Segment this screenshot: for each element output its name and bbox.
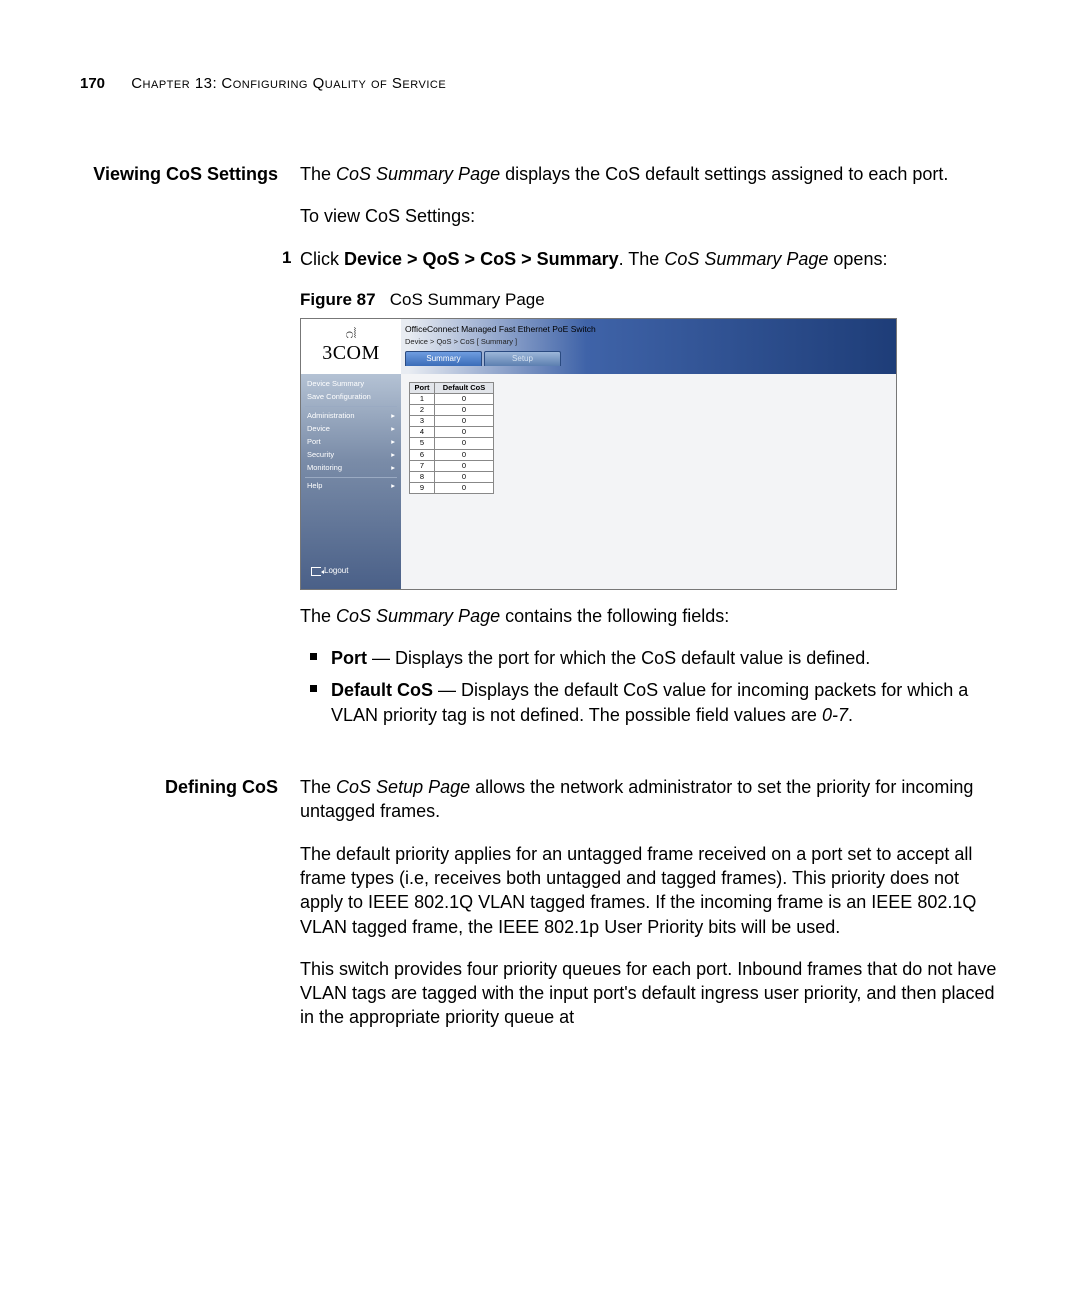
intro-paragraph: The CoS Summary Page displays the CoS de… xyxy=(300,162,1000,186)
table-row: 50 xyxy=(410,438,494,449)
logout-icon xyxy=(311,567,321,576)
fields-intro: The CoS Summary Page contains the follow… xyxy=(300,604,1000,628)
brand-logo: ೧⦚ 3COM xyxy=(301,319,401,374)
page-number: 170 xyxy=(80,75,105,92)
sidebar-item-security[interactable]: Security▸ xyxy=(301,448,401,461)
bullet-port: Port — Displays the port for which the C… xyxy=(304,646,1000,670)
chapter-title: Configuring Quality of Service xyxy=(221,75,446,92)
section-heading-defining: Defining CoS xyxy=(80,775,300,799)
col-default-cos: Default CoS xyxy=(435,382,494,393)
caret-right-icon: ▸ xyxy=(391,463,395,473)
nav-sidebar: Device Summary Save Configuration Admini… xyxy=(301,374,401,589)
table-row: 60 xyxy=(410,449,494,460)
table-row: 10 xyxy=(410,393,494,404)
sidebar-item-save-config[interactable]: Save Configuration xyxy=(301,391,401,404)
tab-summary[interactable]: Summary xyxy=(405,351,482,366)
bullet-icon xyxy=(310,685,317,692)
sidebar-item-port[interactable]: Port▸ xyxy=(301,435,401,448)
sidebar-item-help[interactable]: Help▸ xyxy=(301,480,401,493)
sidebar-item-device[interactable]: Device▸ xyxy=(301,422,401,435)
table-row: 80 xyxy=(410,471,494,482)
defining-p1: The CoS Setup Page allows the network ad… xyxy=(300,775,1000,824)
table-row: 20 xyxy=(410,405,494,416)
bullet-default-cos: Default CoS — Displays the default CoS v… xyxy=(304,678,1000,727)
caret-right-icon: ▸ xyxy=(391,424,395,434)
sidebar-item-administration[interactable]: Administration▸ xyxy=(301,409,401,422)
chapter-label: Chapter 13: xyxy=(131,75,217,92)
sidebar-item-monitoring[interactable]: Monitoring▸ xyxy=(301,462,401,475)
section-heading-viewing: Viewing CoS Settings xyxy=(80,162,300,186)
defining-p2: The default priority applies for an unta… xyxy=(300,842,1000,939)
cos-summary-screenshot: ೧⦚ 3COM OfficeConnect Managed Fast Ether… xyxy=(300,318,897,590)
figure-caption: Figure 87 CoS Summary Page xyxy=(300,289,1000,312)
tab-setup[interactable]: Setup xyxy=(484,351,561,366)
logout-button[interactable]: Logout xyxy=(301,562,401,585)
cos-summary-table: Port Default CoS 10 20 30 40 50 60 xyxy=(409,382,494,494)
page-header: 170 Chapter 13: Configuring Quality of S… xyxy=(80,75,1000,92)
caret-right-icon: ▸ xyxy=(391,411,395,421)
step-number: 1 xyxy=(282,247,291,270)
caret-right-icon: ▸ xyxy=(391,437,395,447)
table-row: 70 xyxy=(410,460,494,471)
instruction-line: To view CoS Settings: xyxy=(300,204,1000,228)
table-row: 30 xyxy=(410,416,494,427)
step-text: Click Device > QoS > CoS > Summary. The … xyxy=(300,247,1000,271)
table-row: 40 xyxy=(410,427,494,438)
breadcrumb: Device > QoS > CoS [ Summary ] xyxy=(405,337,896,347)
col-port: Port xyxy=(410,382,435,393)
bullet-icon xyxy=(310,653,317,660)
device-title: OfficeConnect Managed Fast Ethernet PoE … xyxy=(405,324,896,335)
defining-p3: This switch provides four priority queue… xyxy=(300,957,1000,1030)
sidebar-item-device-summary[interactable]: Device Summary xyxy=(301,378,401,391)
caret-right-icon: ▸ xyxy=(391,450,395,460)
table-row: 90 xyxy=(410,482,494,493)
caret-right-icon: ▸ xyxy=(391,481,395,491)
logo-swirl-icon: ೧⦚ xyxy=(346,326,357,340)
